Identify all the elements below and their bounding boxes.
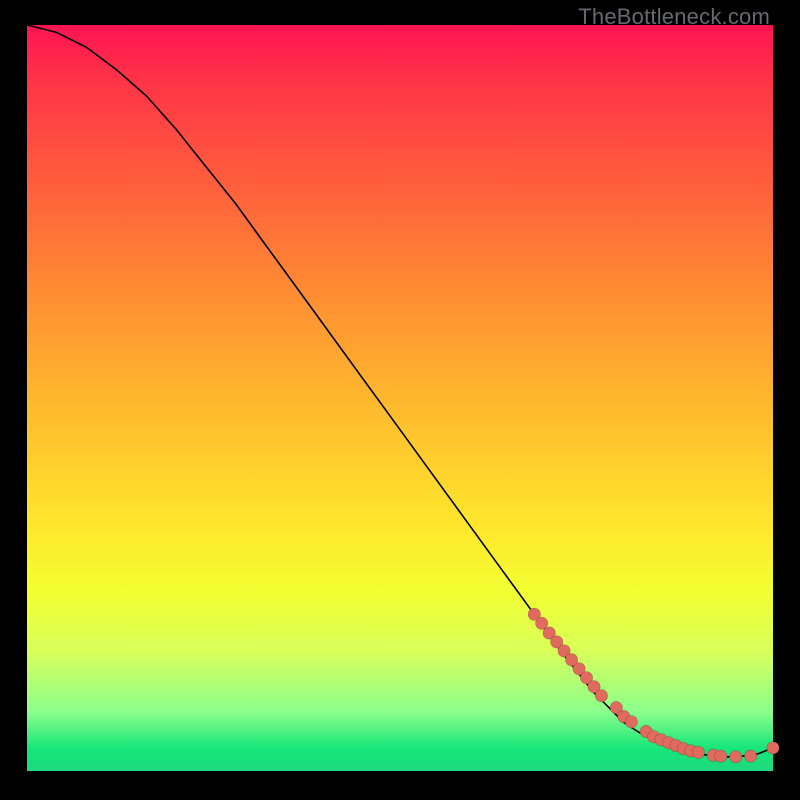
bottleneck-curve <box>27 25 773 757</box>
scatter-dot <box>692 746 704 758</box>
chart-svg <box>27 25 773 771</box>
plot-area <box>27 25 773 771</box>
scatter-dot <box>625 716 637 728</box>
scatter-dot <box>715 750 727 762</box>
scatter-dot <box>595 690 607 702</box>
scatter-dot <box>730 751 742 763</box>
scatter-dot <box>767 742 779 754</box>
scatter-dot <box>744 750 756 762</box>
chart-frame: TheBottleneck.com <box>0 0 800 800</box>
scatter-points <box>528 608 779 763</box>
